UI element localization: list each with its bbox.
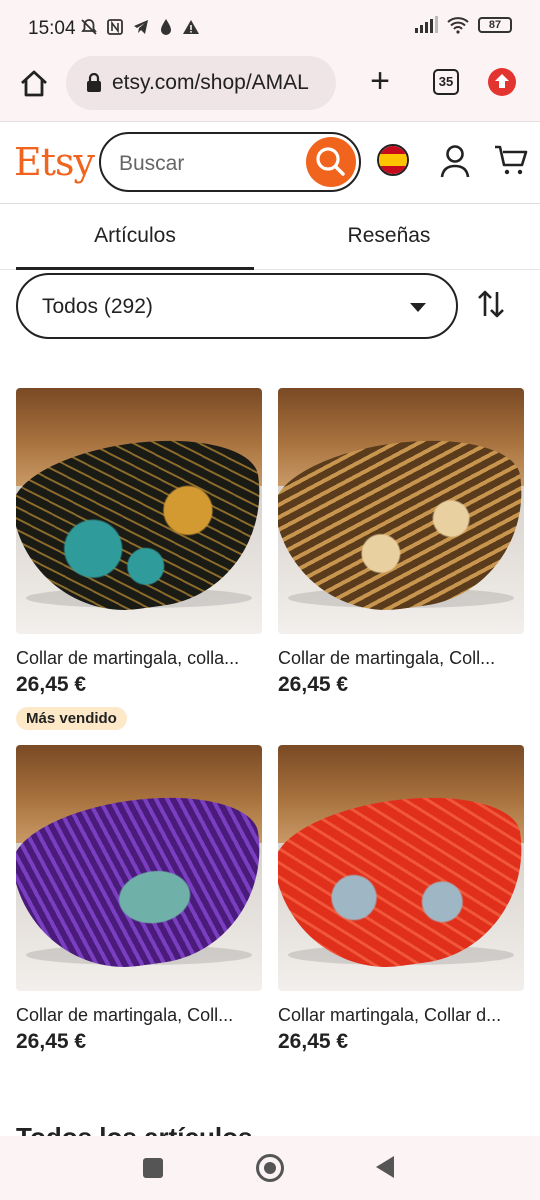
product-title[interactable]: Collar de martingala, colla... xyxy=(16,648,262,669)
signal-icon xyxy=(415,16,438,33)
status-bar: 15:04 87 xyxy=(0,0,540,56)
product-price: 26,45 € xyxy=(16,673,87,696)
search-placeholder: Buscar xyxy=(119,152,185,175)
notification-icons xyxy=(80,18,200,36)
product-card[interactable]: Collar de martingala, Coll... 26,45 € xyxy=(16,745,262,1054)
caret-down-icon xyxy=(410,303,426,312)
product-card[interactable]: Collar martingala, Collar d... 26,45 € xyxy=(278,745,524,1054)
product-image[interactable] xyxy=(278,388,524,634)
address-bar[interactable]: etsy.com/shop/AMAL xyxy=(66,56,336,110)
tab-switcher-button[interactable]: 35 xyxy=(433,69,459,95)
drop-icon xyxy=(161,19,171,35)
back-button[interactable] xyxy=(376,1156,394,1178)
home-icon[interactable] xyxy=(18,68,50,100)
product-image[interactable] xyxy=(16,745,262,991)
flag-stripe-middle xyxy=(379,154,407,166)
product-title[interactable]: Collar martingala, Collar d... xyxy=(278,1005,524,1026)
home-dot-icon xyxy=(264,1162,276,1174)
product-title[interactable]: Collar de martingala, Coll... xyxy=(278,648,524,669)
update-button[interactable] xyxy=(488,68,516,96)
battery-icon: 87 xyxy=(478,17,512,33)
product-image[interactable] xyxy=(16,388,262,634)
tab-articles[interactable]: Artículos xyxy=(16,204,254,268)
sort-icon[interactable] xyxy=(476,288,506,320)
flag-stripe-top xyxy=(379,146,407,154)
search-icon xyxy=(316,147,345,176)
lock-icon xyxy=(87,73,101,92)
active-tab-indicator xyxy=(16,267,254,270)
tab-reviews[interactable]: Reseñas xyxy=(270,204,508,268)
product-title[interactable]: Collar de martingala, Coll... xyxy=(16,1005,262,1026)
account-icon[interactable] xyxy=(440,144,470,178)
product-price: 26,45 € xyxy=(16,1030,87,1053)
status-time: 15:04 xyxy=(28,18,76,39)
warning-icon xyxy=(183,20,199,34)
telegram-icon xyxy=(134,20,148,34)
new-tab-button[interactable]: + xyxy=(364,64,396,100)
product-price: 26,45 € xyxy=(278,673,349,696)
etsy-logo[interactable]: Etsy xyxy=(14,140,95,184)
category-filter-select[interactable]: Todos (292) xyxy=(16,273,458,339)
search-input[interactable]: Buscar xyxy=(99,132,361,192)
wifi-icon xyxy=(447,17,469,34)
shop-tabs: Artículos Reseñas xyxy=(0,204,540,270)
mute-bell-icon xyxy=(81,19,97,35)
nfc-icon xyxy=(107,19,123,35)
product-card[interactable]: Collar de martingala, Coll... 26,45 € xyxy=(278,388,524,697)
url-text: etsy.com/shop/AMAL xyxy=(112,71,309,94)
system-nav-bar xyxy=(0,1136,540,1200)
bestseller-badge: Más vendido xyxy=(16,707,127,730)
etsy-header: Etsy Buscar xyxy=(0,122,540,204)
filter-selected-value: Todos (292) xyxy=(42,295,153,318)
product-price: 26,45 € xyxy=(278,1030,349,1053)
recents-button[interactable] xyxy=(143,1158,163,1178)
home-nav-button[interactable] xyxy=(256,1154,284,1182)
product-image[interactable] xyxy=(278,745,524,991)
product-card[interactable]: Collar de martingala, colla... 26,45 € M… xyxy=(16,388,262,730)
language-flag-button[interactable] xyxy=(377,144,409,176)
browser-toolbar: etsy.com/shop/AMAL + 35 xyxy=(0,56,540,122)
cart-icon[interactable] xyxy=(494,144,528,176)
arrow-up-icon xyxy=(495,74,509,88)
flag-stripe-bottom xyxy=(379,166,407,174)
system-icons: 87 xyxy=(414,16,512,34)
search-button[interactable] xyxy=(306,137,356,187)
